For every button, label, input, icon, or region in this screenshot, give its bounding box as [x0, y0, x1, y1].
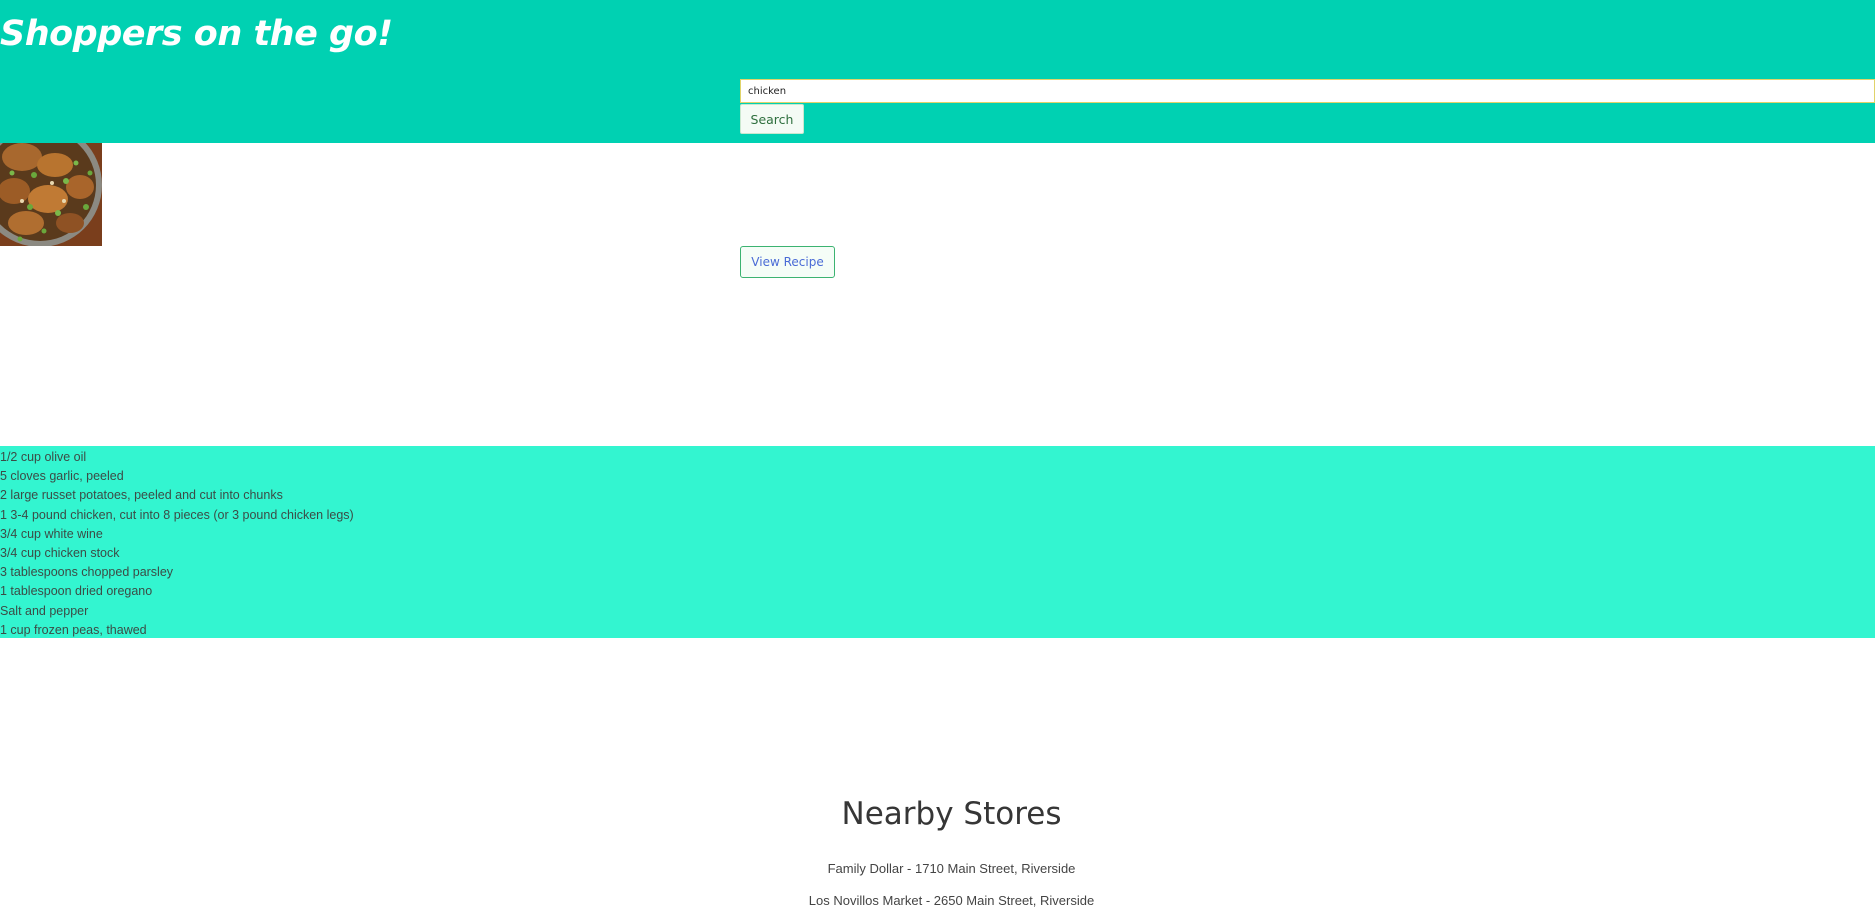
search-input[interactable] [740, 79, 1875, 103]
ingredient-item: Salt and pepper [0, 603, 89, 618]
store-item: Family Dollar - 1710 Main Street, Rivers… [827, 861, 1076, 876]
ingredient-item: 1 tablespoon dried oregano [0, 584, 153, 599]
view-recipe-button[interactable]: View Recipe [740, 246, 835, 278]
header-bar: Shoppers on the go! Search [0, 0, 1875, 143]
ingredient-item: 1/2 cup olive oil [0, 450, 87, 464]
store-item: Los Novillos Market - 2650 Main Street, … [808, 893, 1095, 908]
ingredient-item: 3/4 cup chicken stock [0, 545, 120, 560]
chicken-dish-photo [0, 143, 102, 246]
ingredient-item: 3/4 cup white wine [0, 526, 103, 541]
site-title: Shoppers on the go! [0, 14, 393, 54]
nearby-stores-heading: Nearby Stores [841, 796, 1062, 832]
search-button[interactable]: Search [740, 104, 804, 134]
ingredient-item: 5 cloves garlic, peeled [0, 469, 124, 484]
ingredient-item: 2 large russet potatoes, peeled and cut … [0, 488, 283, 503]
ingredients-list: 1/2 cup olive oil 5 cloves garlic, peele… [0, 446, 1875, 638]
ingredient-item: 1 cup frozen peas, thawed [0, 622, 147, 637]
ingredient-item: 1 3-4 pound chicken, cut into 8 pieces (… [0, 507, 354, 522]
ingredient-item: 3 tablespoons chopped parsley [0, 565, 174, 580]
recipe-image [0, 143, 102, 246]
